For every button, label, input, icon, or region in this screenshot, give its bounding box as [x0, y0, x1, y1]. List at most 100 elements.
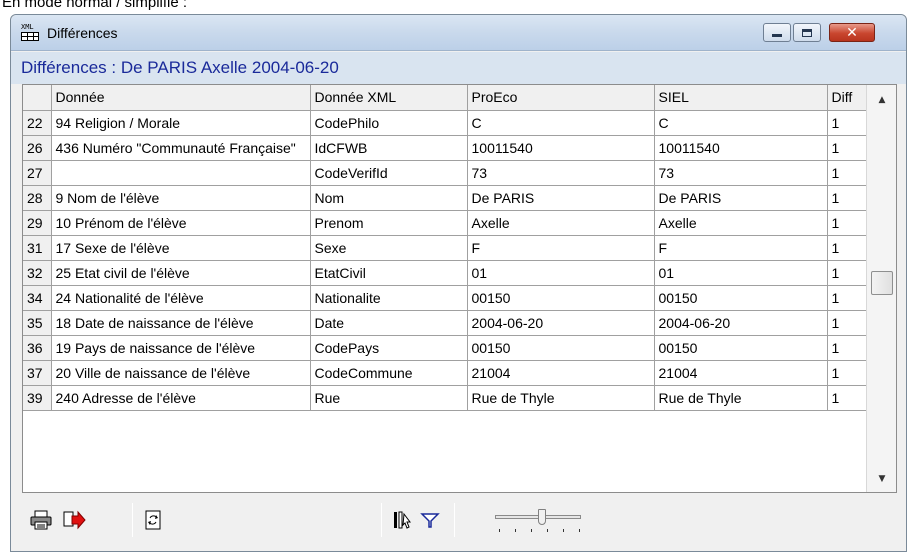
cell-donnee[interactable]: 9 Nom de l'élève — [51, 185, 311, 211]
cell-donnee[interactable] — [51, 160, 311, 186]
table-row[interactable]: 28 9 Nom de l'élève Nom De PARIS De PARIS 1 — [23, 185, 868, 211]
cell-donnee-xml[interactable]: IdCFWB — [310, 135, 468, 161]
column-header-siel[interactable]: SIEL — [654, 85, 828, 111]
row-number[interactable]: 34 — [23, 285, 52, 311]
cell-siel[interactable]: 00150 — [654, 335, 828, 361]
column-picker-icon[interactable] — [391, 509, 415, 531]
export-icon[interactable] — [61, 509, 87, 531]
cell-siel[interactable]: Rue de Thyle — [654, 385, 828, 411]
vertical-scrollbar[interactable]: ▲ ▼ — [866, 85, 896, 492]
row-number[interactable]: 31 — [23, 235, 52, 261]
table-row[interactable]: 27 CodeVerifId 73 73 1 — [23, 160, 868, 186]
cell-diff[interactable]: 1 — [827, 185, 868, 211]
row-number[interactable]: 39 — [23, 385, 52, 411]
row-number[interactable]: 22 — [23, 110, 52, 136]
column-header-donnee-xml[interactable]: Donnée XML — [310, 85, 468, 111]
cell-donnee-xml[interactable]: CodeVerifId — [310, 160, 468, 186]
column-header-diff[interactable]: Diff — [827, 85, 868, 111]
row-number[interactable]: 35 — [23, 310, 52, 336]
close-button[interactable]: ✕ — [829, 23, 875, 42]
cell-siel[interactable]: 2004-06-20 — [654, 310, 828, 336]
row-number[interactable]: 26 — [23, 135, 52, 161]
cell-siel[interactable]: 10011540 — [654, 135, 828, 161]
differences-grid[interactable]: Donnée Donnée XML ProEco SIEL Diff 22 94 … — [22, 84, 897, 493]
table-row[interactable]: 35 18 Date de naissance de l'élève Date 200… — [23, 310, 868, 336]
cell-donnee[interactable]: 18 Date de naissance de l'élève — [51, 310, 311, 336]
cell-siel[interactable]: 01 — [654, 260, 828, 286]
title-bar[interactable]: XML Différences ✕ — [11, 15, 906, 51]
cell-diff[interactable]: 1 — [827, 310, 868, 336]
cell-donnee-xml[interactable]: Date — [310, 310, 468, 336]
cell-diff[interactable]: 1 — [827, 160, 868, 186]
scrollbar-thumb[interactable] — [871, 271, 893, 295]
row-number[interactable]: 32 — [23, 260, 52, 286]
filter-icon[interactable] — [419, 509, 441, 531]
cell-proeco[interactable]: De PARIS — [467, 185, 655, 211]
cell-donnee[interactable]: 20 Ville de naissance de l'élève — [51, 360, 311, 386]
cell-donnee[interactable]: 94 Religion / Morale — [51, 110, 311, 136]
table-row[interactable]: 26 436 Numéro "Communauté Française" IdCFW… — [23, 135, 868, 161]
cell-proeco[interactable]: 10011540 — [467, 135, 655, 161]
table-row[interactable]: 31 17 Sexe de l'élève Sexe F F 1 — [23, 235, 868, 261]
table-row[interactable]: 39 240 Adresse de l'élève Rue Rue de Thyle R… — [23, 385, 868, 411]
cell-donnee[interactable]: 24 Nationalité de l'élève — [51, 285, 311, 311]
cell-donnee-xml[interactable]: Sexe — [310, 235, 468, 261]
row-number[interactable]: 27 — [23, 160, 52, 186]
cell-siel[interactable]: 73 — [654, 160, 828, 186]
maximize-button[interactable] — [793, 23, 821, 42]
cell-donnee-xml[interactable]: Prenom — [310, 210, 468, 236]
cell-donnee-xml[interactable]: Rue — [310, 385, 468, 411]
table-row[interactable]: 36 19 Pays de naissance de l'élève CodePay… — [23, 335, 868, 361]
cell-proeco[interactable]: Rue de Thyle — [467, 385, 655, 411]
cell-proeco[interactable]: Axelle — [467, 210, 655, 236]
cell-donnee[interactable]: 10 Prénom de l'élève — [51, 210, 311, 236]
cell-siel[interactable]: C — [654, 110, 828, 136]
cell-siel[interactable]: Axelle — [654, 210, 828, 236]
scroll-up-arrow-icon[interactable]: ▲ — [867, 89, 896, 111]
cell-proeco[interactable]: C — [467, 110, 655, 136]
cell-diff[interactable]: 1 — [827, 385, 868, 411]
cell-proeco[interactable]: 21004 — [467, 360, 655, 386]
cell-proeco[interactable]: 73 — [467, 160, 655, 186]
cell-donnee-xml[interactable]: CodeCommune — [310, 360, 468, 386]
cell-diff[interactable]: 1 — [827, 210, 868, 236]
cell-proeco[interactable]: 00150 — [467, 285, 655, 311]
cell-proeco[interactable]: F — [467, 235, 655, 261]
cell-diff[interactable]: 1 — [827, 335, 868, 361]
row-number[interactable]: 36 — [23, 335, 52, 361]
cell-donnee[interactable]: 25 Etat civil de l'élève — [51, 260, 311, 286]
cell-diff[interactable]: 1 — [827, 260, 868, 286]
cell-diff[interactable]: 1 — [827, 110, 868, 136]
slider-thumb[interactable] — [538, 509, 547, 525]
cell-siel[interactable]: F — [654, 235, 828, 261]
table-row[interactable]: 34 24 Nationalité de l'élève Nationalite 00… — [23, 285, 868, 311]
table-row[interactable]: 22 94 Religion / Morale CodePhilo C C 1 — [23, 110, 868, 136]
cell-donnee-xml[interactable]: CodePays — [310, 335, 468, 361]
scroll-down-arrow-icon[interactable]: ▼ — [867, 468, 896, 490]
table-row[interactable]: 29 10 Prénom de l'élève Prenom Axelle Axelle… — [23, 210, 868, 236]
refresh-icon[interactable] — [142, 509, 164, 531]
printer-icon[interactable] — [29, 509, 53, 531]
table-row[interactable]: 32 25 Etat civil de l'élève EtatCivil 01 01 1 — [23, 260, 868, 286]
cell-donnee[interactable]: 17 Sexe de l'élève — [51, 235, 311, 261]
cell-diff[interactable]: 1 — [827, 360, 868, 386]
row-number[interactable]: 28 — [23, 185, 52, 211]
cell-proeco[interactable]: 2004-06-20 — [467, 310, 655, 336]
cell-proeco[interactable]: 01 — [467, 260, 655, 286]
table-row[interactable]: 37 20 Ville de naissance de l'élève CodeCo… — [23, 360, 868, 386]
row-number[interactable]: 37 — [23, 360, 52, 386]
column-header-donnee[interactable]: Donnée — [51, 85, 311, 111]
row-number[interactable]: 29 — [23, 210, 52, 236]
column-header-proeco[interactable]: ProEco — [467, 85, 655, 111]
cell-donnee-xml[interactable]: Nationalite — [310, 285, 468, 311]
cell-siel[interactable]: De PARIS — [654, 185, 828, 211]
cell-donnee-xml[interactable]: CodePhilo — [310, 110, 468, 136]
cell-diff[interactable]: 1 — [827, 235, 868, 261]
cell-proeco[interactable]: 00150 — [467, 335, 655, 361]
cell-diff[interactable]: 1 — [827, 285, 868, 311]
cell-donnee-xml[interactable]: EtatCivil — [310, 260, 468, 286]
column-header-rownum[interactable] — [23, 85, 52, 111]
cell-donnee[interactable]: 240 Adresse de l'élève — [51, 385, 311, 411]
cell-donnee[interactable]: 19 Pays de naissance de l'élève — [51, 335, 311, 361]
minimize-button[interactable] — [763, 23, 791, 42]
